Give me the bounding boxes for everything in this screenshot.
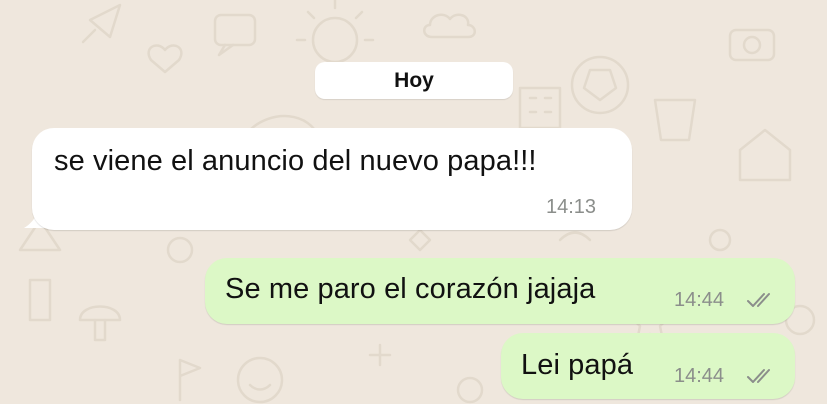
message-timestamp: 14:44 — [674, 365, 725, 387]
message-text: Lei papá — [521, 349, 634, 381]
double-check-icon — [747, 369, 770, 383]
outgoing-message[interactable]: Lei papá 14:44 — [501, 333, 795, 399]
message-text: Se me paro el corazón jajaja — [225, 273, 596, 305]
date-divider: Hoy — [315, 62, 513, 99]
message-timestamp: 14:44 — [674, 289, 725, 311]
incoming-message[interactable]: se viene el anuncio del nuevo papa!!! 14… — [32, 128, 632, 230]
message-text: se viene el anuncio del nuevo papa!!! — [54, 145, 537, 177]
outgoing-message[interactable]: Se me paro el corazón jajaja 14:44 — [205, 258, 795, 324]
double-check-icon — [747, 293, 770, 307]
date-divider-label: Hoy — [394, 68, 434, 92]
message-timestamp: 14:13 — [546, 196, 597, 218]
